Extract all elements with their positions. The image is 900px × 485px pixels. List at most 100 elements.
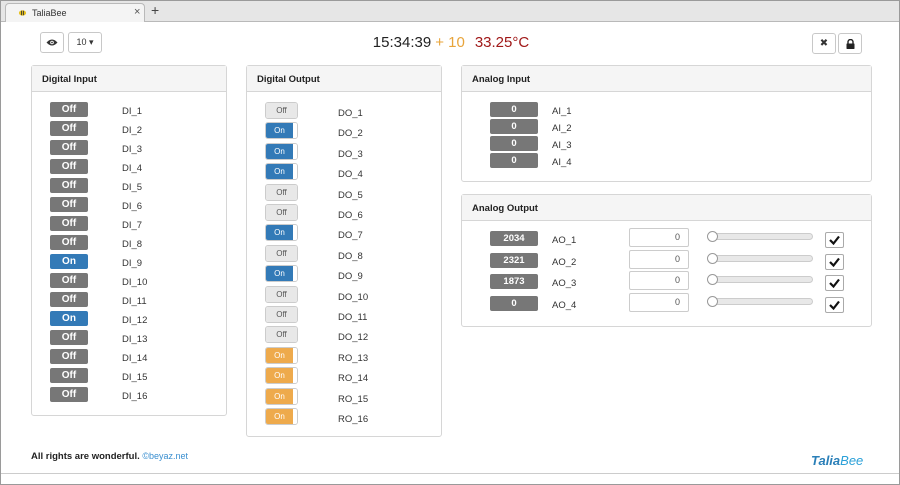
di-status-badge: Off: [50, 178, 88, 193]
ai-value-badge: 0: [490, 153, 538, 168]
do-name: DO_8: [338, 250, 363, 262]
do-toggle-switch[interactable]: On: [265, 142, 298, 160]
ao-apply-button[interactable]: [825, 275, 844, 291]
do-name: DO_6: [338, 210, 363, 221]
panel-title: Analog Output: [462, 195, 871, 221]
do-name: DO_4: [338, 169, 363, 181]
ao-apply-button[interactable]: [825, 253, 844, 270]
di-name: DI_10: [122, 277, 148, 288]
ao-slider[interactable]: [707, 231, 813, 242]
do-toggle-switch[interactable]: On: [265, 122, 298, 140]
ao-apply-button[interactable]: [825, 296, 844, 313]
tab-close-icon[interactable]: ×: [134, 6, 140, 18]
do-name: DO_12: [338, 332, 369, 344]
ao-slider[interactable]: [707, 295, 813, 307]
analog-output-panel: Analog Output 2034 AO_1 0 2321 AO_2 0 1873 AO_3…: [461, 194, 872, 327]
do-toggle-switch[interactable]: Off: [265, 285, 298, 303]
di-status-badge: Off: [50, 349, 88, 364]
do-toggle-switch[interactable]: On: [265, 387, 298, 405]
slider-handle[interactable]: [707, 295, 718, 307]
do-toggle-switch[interactable]: On: [265, 224, 298, 242]
clock-time: 15:34:39: [372, 34, 432, 51]
ao-apply-button[interactable]: [825, 232, 844, 248]
do-toggle-switch[interactable]: On: [265, 367, 298, 385]
footer-text: All rights are wonderful.: [31, 451, 140, 462]
toggle-label: Off: [266, 245, 297, 261]
di-status-badge: Off: [50, 140, 88, 155]
ao-value-badge: 2321: [490, 252, 538, 268]
do-toggle-switch[interactable]: Off: [265, 244, 298, 262]
footer-link[interactable]: ©beyaz.net: [142, 451, 188, 461]
toggle-label: Off: [266, 327, 297, 343]
di-name: DI_4: [122, 163, 143, 174]
di-name: DI_11: [122, 296, 147, 307]
di-status-badge: Off: [50, 292, 88, 307]
ai-value-badge: 0: [490, 136, 538, 151]
di-status-badge: Off: [50, 330, 88, 345]
ao-name: AO_4: [552, 299, 577, 311]
toggle-label: On: [266, 388, 293, 404]
do-toggle-switch[interactable]: Off: [265, 306, 298, 323]
do-toggle-switch[interactable]: On: [265, 346, 298, 364]
ao-name: AO_3: [552, 278, 577, 289]
check-icon: [829, 235, 840, 246]
di-status-badge: Off: [50, 102, 88, 117]
close-button[interactable]: ✖: [812, 33, 836, 54]
do-toggle-switch[interactable]: On: [265, 163, 298, 181]
browser-tab[interactable]: TaliaBee ×: [5, 3, 145, 22]
ao-value-input[interactable]: 0: [629, 271, 689, 290]
do-toggle-switch[interactable]: On: [265, 408, 298, 425]
ai-value-badge: 0: [490, 119, 538, 134]
do-toggle-switch[interactable]: On: [265, 265, 298, 283]
di-name: DI_14: [122, 353, 148, 364]
do-toggle-switch[interactable]: Off: [265, 326, 298, 344]
di-name: DI_15: [122, 372, 148, 383]
do-name: DO_2: [338, 128, 363, 140]
ao-value-input[interactable]: 0: [629, 228, 689, 247]
ao-slider[interactable]: [707, 274, 813, 285]
new-tab-button[interactable]: +: [151, 2, 159, 18]
ai-name: AI_1: [552, 106, 572, 117]
ai-name: AI_2: [552, 123, 572, 134]
di-name: DI_13: [122, 334, 148, 345]
di-status-badge: Off: [50, 197, 88, 212]
ao-name: AO_2: [552, 256, 577, 268]
di-status-badge: Off: [50, 273, 88, 288]
slider-handle[interactable]: [707, 274, 718, 285]
toggle-label: On: [266, 266, 293, 282]
toggle-label: On: [266, 225, 293, 241]
di-name: DI_8: [122, 239, 143, 250]
clock-display: 15:34:39 + 10 33.25°C: [1, 34, 900, 51]
di-status-badge: Off: [50, 216, 88, 231]
ao-name: AO_1: [552, 235, 577, 246]
check-icon: [829, 300, 840, 310]
do-name: DO_7: [338, 230, 363, 242]
ao-value-input[interactable]: 0: [629, 292, 689, 312]
ai-name: AI_4: [552, 157, 572, 168]
slider-handle[interactable]: [707, 231, 718, 242]
tab-title: TaliaBee: [32, 8, 67, 18]
do-toggle-switch[interactable]: Off: [265, 204, 298, 221]
slider-handle[interactable]: [707, 252, 718, 264]
divider: [1, 473, 899, 474]
ai-name: AI_3: [552, 140, 572, 151]
toggle-label: Off: [266, 205, 297, 220]
do-toggle-switch[interactable]: Off: [265, 183, 298, 201]
toggle-label: On: [266, 123, 293, 139]
ao-slider[interactable]: [707, 252, 813, 264]
toggle-label: On: [266, 164, 293, 180]
lock-button[interactable]: [838, 33, 862, 54]
ao-value-input[interactable]: 0: [629, 249, 689, 269]
di-status-badge: Off: [50, 235, 88, 250]
check-icon: [829, 257, 840, 267]
do-name: DO_11: [338, 312, 368, 323]
do-name: DO_3: [338, 148, 363, 160]
do-name: DO_5: [338, 189, 363, 201]
panel-title: Digital Input: [32, 66, 226, 92]
di-status-badge: Off: [50, 159, 88, 174]
di-status-badge: Off: [50, 121, 88, 136]
bee-icon: [18, 10, 27, 16]
panel-title: Digital Output: [247, 66, 441, 92]
do-toggle-switch[interactable]: Off: [265, 102, 298, 119]
di-name: DI_9: [122, 258, 143, 269]
